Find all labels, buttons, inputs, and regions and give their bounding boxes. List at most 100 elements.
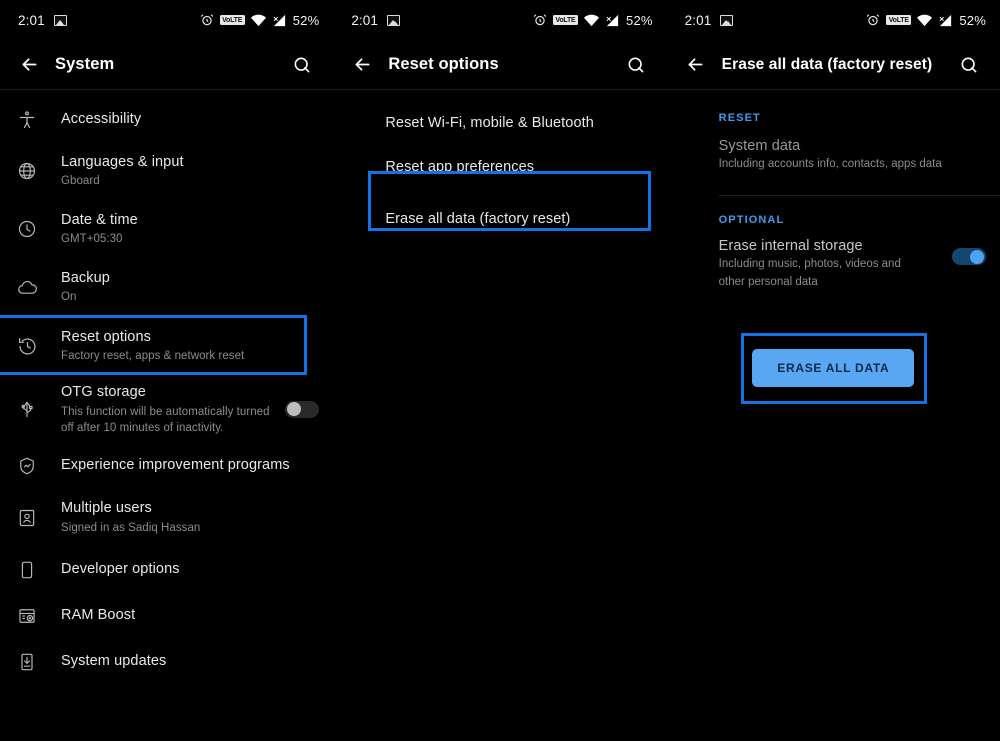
sidebar-item-label: Accessibility — [61, 111, 142, 128]
sidebar-item-subtitle: Factory reset, apps & network reset — [61, 350, 245, 363]
alarm-icon — [200, 13, 214, 27]
row-text: Experience improvement programs — [61, 456, 319, 476]
wifi-icon — [584, 14, 600, 27]
row-text: Erase internal storage Including music, … — [719, 238, 929, 291]
sidebar-item-subtitle: Gboard — [61, 175, 100, 188]
row-text: Reset options Factory reset, apps & netw… — [61, 328, 319, 365]
sidebar-item-otg-storage[interactable]: OTG storage This function will be automa… — [0, 376, 333, 443]
toggle-wrap — [951, 238, 986, 266]
phone-icon — [14, 560, 40, 580]
volte-icon: VoLTE — [886, 15, 912, 25]
reset-options-list: Reset Wi-Fi, mobile & Bluetooth Reset ap… — [333, 90, 666, 250]
row-text: Developer options — [61, 560, 319, 580]
back-arrow-icon[interactable] — [679, 48, 713, 82]
row-text: Backup On — [61, 269, 319, 306]
sidebar-item-multiple-users[interactable]: Multiple users Signed in as Sadiq Hassan — [0, 489, 333, 547]
row-text: Date & time GMT+05:30 — [61, 211, 319, 248]
globe-icon — [14, 161, 40, 181]
sidebar-item-label: Developer options — [61, 560, 180, 577]
status-bar-left: 2:01 — [351, 13, 401, 28]
sidebar-item-label: OTG storage — [61, 384, 146, 400]
battery-percent: 52% — [292, 12, 320, 28]
row-text: Accessibility — [61, 110, 319, 130]
sidebar-item-subtitle: Signed in as Sadiq Hassan — [61, 521, 201, 534]
row-text: System updates — [61, 652, 319, 672]
sidebar-item-languages[interactable]: Languages & input Gboard — [0, 142, 333, 200]
sidebar-item-label: Experience improvement programs — [61, 456, 290, 473]
sidebar-item-label: RAM Boost — [61, 606, 136, 623]
wifi-icon — [250, 14, 266, 27]
optional-item-subtitle: Including music, photos, videos and othe… — [718, 258, 901, 288]
photo-icon — [720, 14, 734, 26]
sidebar-item-subtitle: This function will be automatically turn… — [61, 405, 270, 434]
cloud-icon — [14, 277, 40, 298]
status-bar-right: VoLTE 52% — [533, 13, 653, 28]
reset-option-app-preferences[interactable]: Reset app preferences — [333, 144, 666, 188]
sidebar-item-label: Multiple users — [61, 500, 152, 517]
erase-internal-storage-toggle[interactable] — [951, 248, 986, 266]
status-bar-right: VoLTE 52% — [866, 13, 986, 28]
status-time: 2:01 — [684, 12, 712, 28]
alarm-icon — [866, 13, 880, 27]
sidebar-item-date-time[interactable]: Date & time GMT+05:30 — [0, 200, 333, 258]
status-time: 2:01 — [18, 12, 45, 28]
photo-icon — [387, 14, 401, 26]
panel-system: 2:01 VoLTE 52% System Accessibility Lang… — [0, 0, 334, 741]
status-bar: 2:01 VoLTE 52% — [0, 0, 333, 40]
status-bar-left: 2:01 — [18, 13, 67, 28]
sidebar-item-system-updates[interactable]: System updates — [0, 639, 333, 685]
clock-icon — [14, 219, 40, 239]
status-bar: 2:01 VoLTE 52% — [333, 0, 666, 40]
otg-storage-toggle[interactable] — [285, 400, 320, 418]
wifi-icon — [917, 14, 933, 27]
app-bar-system: System — [0, 40, 333, 89]
status-bar: 2:01 VoLTE 52% — [667, 0, 1000, 40]
battery-percent: 52% — [959, 12, 986, 28]
reset-item-subtitle: Including accounts info, contacts, apps … — [718, 158, 942, 170]
sidebar-item-subtitle: GMT+05:30 — [61, 233, 123, 246]
user-frame-icon — [14, 508, 40, 528]
three-panel-screenshot: 2:01 VoLTE 52% System Accessibility Lang… — [0, 0, 1000, 741]
app-bar-reset-options: Reset options — [333, 40, 666, 89]
shield-chart-icon — [14, 456, 40, 476]
erase-data-content: RESET System data Including accounts inf… — [667, 90, 1000, 387]
volte-icon: VoLTE — [219, 15, 245, 25]
sidebar-item-label: Reset options — [61, 328, 151, 345]
erase-button-area: ERASE ALL DATA — [667, 348, 1000, 387]
app-bar-erase-all-data: Erase all data (factory reset) — [667, 40, 1000, 89]
ram-icon — [14, 606, 40, 626]
back-arrow-icon[interactable] — [12, 48, 46, 82]
usb-icon — [14, 399, 40, 419]
signal-icon — [605, 14, 620, 27]
optional-item-erase-internal-storage[interactable]: Erase internal storage Including music, … — [667, 226, 1000, 303]
page-title: Erase all data (factory reset) — [721, 55, 933, 73]
sidebar-item-label: Languages & input — [61, 153, 184, 170]
sidebar-item-backup[interactable]: Backup On — [0, 258, 333, 316]
status-bar-right: VoLTE 52% — [200, 13, 320, 28]
search-icon[interactable] — [285, 48, 319, 82]
row-text: Languages & input Gboard — [61, 153, 319, 190]
search-icon[interactable] — [619, 48, 653, 82]
sidebar-item-subtitle: On — [61, 291, 77, 304]
sidebar-item-developer-options[interactable]: Developer options — [0, 547, 333, 593]
row-text: Multiple users Signed in as Sadiq Hassan — [61, 499, 319, 536]
reset-option-wifi-mobile-bluetooth[interactable]: Reset Wi-Fi, mobile & Bluetooth — [333, 102, 666, 144]
accessibility-icon — [14, 110, 40, 130]
search-icon[interactable] — [952, 48, 986, 82]
sidebar-item-reset-options[interactable]: Reset options Factory reset, apps & netw… — [0, 316, 333, 376]
photo-icon — [53, 14, 67, 26]
page-title: Reset options — [388, 55, 499, 73]
sidebar-item-ram-boost[interactable]: RAM Boost — [0, 593, 333, 639]
sidebar-item-accessibility[interactable]: Accessibility — [0, 98, 333, 142]
restore-icon — [14, 336, 40, 357]
reset-option-erase-all-data[interactable]: Erase all data (factory reset) — [333, 188, 666, 250]
alarm-icon — [533, 13, 547, 27]
row-text: System data Including accounts info, con… — [719, 138, 942, 173]
reset-item-title: System data — [718, 138, 801, 154]
panel-erase-all-data: 2:01 VoLTE 52% Erase all data (factory r… — [666, 0, 1000, 741]
sidebar-item-experience-programs[interactable]: Experience improvement programs — [0, 443, 333, 489]
erase-all-data-button[interactable]: ERASE ALL DATA — [752, 348, 915, 387]
update-icon — [14, 652, 40, 672]
row-text: RAM Boost — [61, 606, 319, 626]
back-arrow-icon[interactable] — [345, 48, 379, 82]
